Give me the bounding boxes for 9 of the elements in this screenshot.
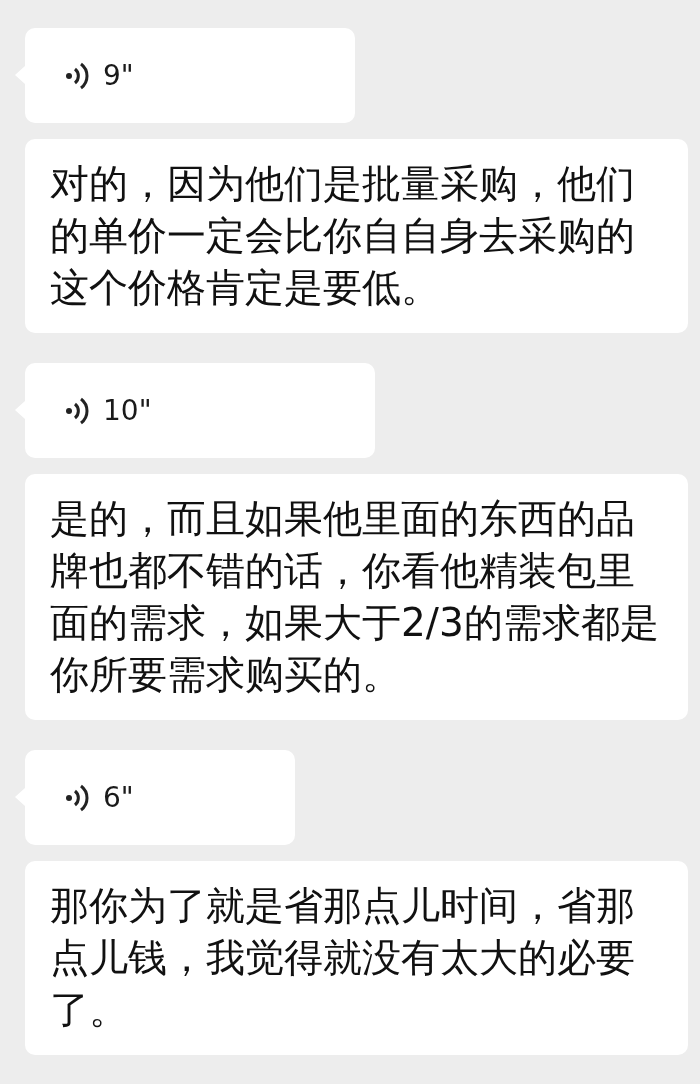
voice-wave-icon <box>65 60 89 91</box>
transcription-text: 是的，而且如果他里面的东西的品牌也都不错的话，你看他精装包里面的需求，如果大于2/3的需求都是你所要需求购买的。 <box>25 474 688 720</box>
voice-duration: 6" <box>103 779 134 816</box>
voice-wave-icon <box>65 782 89 813</box>
transcription-text: 对的，因为他们是批量采购，他们的单价一定会比你自自身去采购的这个价格肯定是要低。 <box>25 139 688 333</box>
transcription-text: 那你为了就是省那点儿时间，省那点儿钱，我觉得就没有太大的必要了。 <box>25 861 688 1055</box>
voice-duration: 10" <box>103 392 152 429</box>
voice-duration: 9" <box>103 57 134 94</box>
voice-wave-icon <box>65 395 89 426</box>
